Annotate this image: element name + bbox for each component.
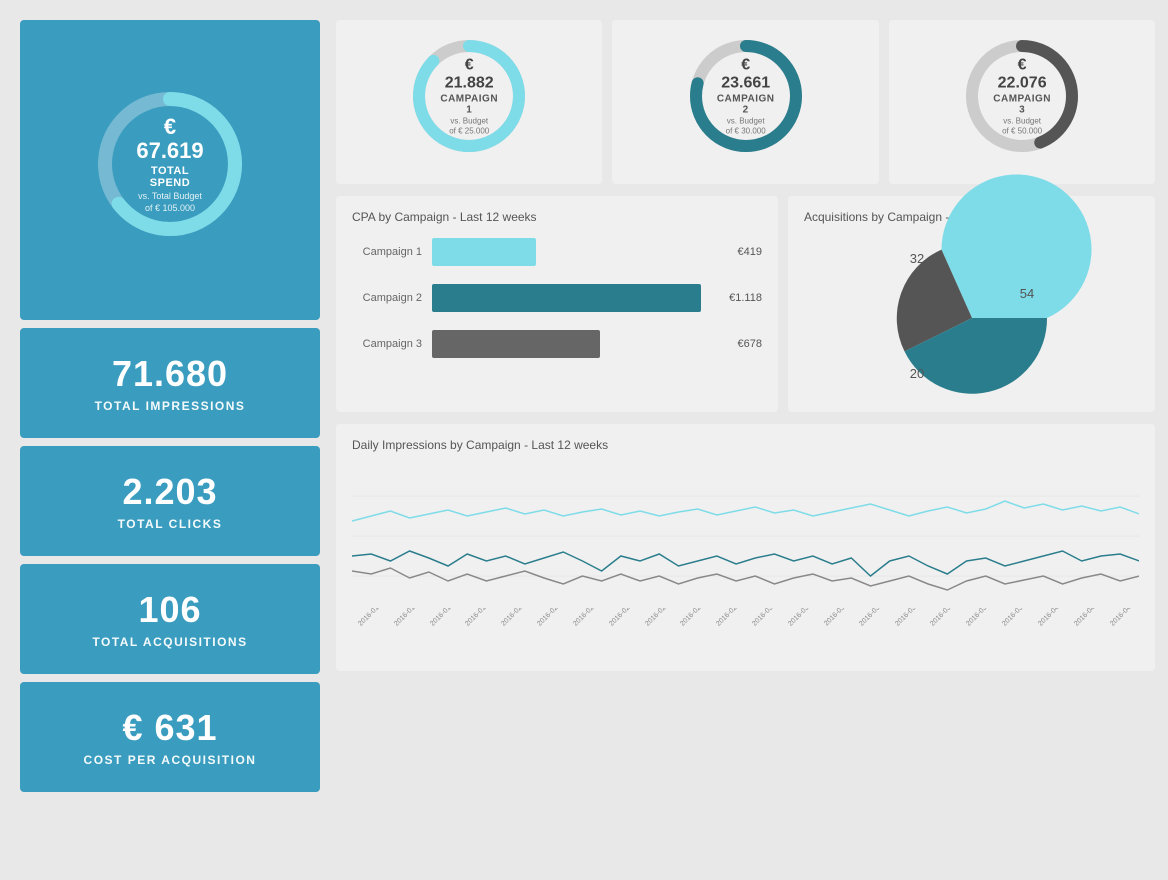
pie-label-32: 32 bbox=[909, 251, 923, 266]
campaign3-donut: € 22.076 CAMPAIGN 3 vs. Budget of € 50.0… bbox=[962, 36, 1082, 156]
main-content: € 21.882 CAMPAIGN 1 vs. Budget of € 25.0… bbox=[336, 20, 1155, 860]
bar-value-3: €678 bbox=[737, 338, 761, 350]
line-chart-svg bbox=[352, 466, 1139, 606]
x-label-2: 2016-01-23 bbox=[393, 608, 423, 628]
campaign-row: € 21.882 CAMPAIGN 1 vs. Budget of € 25.0… bbox=[336, 20, 1155, 184]
campaign3-text: € 22.076 CAMPAIGN 3 vs. Budget of € 50.0… bbox=[992, 56, 1052, 135]
total-spend-sub2: of € 105.000 bbox=[130, 203, 210, 213]
line-campaign1 bbox=[352, 501, 1139, 521]
bar-label-3: Campaign 3 bbox=[352, 338, 432, 350]
x-label-12: 2016-03-03 bbox=[751, 608, 781, 628]
bar-label-1: Campaign 1 bbox=[352, 246, 432, 258]
pie-label-20: 20 bbox=[909, 366, 923, 381]
clicks-value: 2.203 bbox=[122, 471, 217, 513]
campaign2-name: CAMPAIGN 2 bbox=[716, 94, 776, 116]
x-label-15: 2016-03-15 bbox=[858, 608, 888, 628]
bar-fill-3 bbox=[432, 330, 600, 358]
acquisitions-value: 106 bbox=[138, 589, 201, 631]
cpa-label: COST PER ACQUISITION bbox=[84, 753, 257, 767]
x-label-20: 2016-04-04 bbox=[1037, 608, 1067, 628]
bar-value-1: €419 bbox=[737, 246, 761, 258]
x-axis-container: 2016-01-21 2016-01-23 2016-01-27 2016-01… bbox=[352, 608, 1139, 663]
bar-label-2: Campaign 2 bbox=[352, 292, 432, 304]
acquisitions-pie-chart: Acquisitions by Campaign - Last 12 weeks… bbox=[788, 196, 1155, 412]
campaign2-text: € 23.661 CAMPAIGN 2 vs. Budget of € 30.0… bbox=[716, 56, 776, 135]
bar-track-2 bbox=[432, 284, 721, 312]
x-label-5: 2016-02-04 bbox=[500, 608, 530, 628]
clicks-tile: 2.203 TOTAL CLICKS bbox=[20, 446, 320, 556]
total-spend-amount: € 67.619 bbox=[130, 115, 210, 163]
x-label-10: 2016-02-24 bbox=[680, 608, 710, 628]
x-label-21: 2016-04-08 bbox=[1073, 608, 1103, 628]
campaign3-sub: vs. Budget bbox=[992, 117, 1052, 126]
x-label-1: 2016-01-21 bbox=[357, 608, 387, 628]
sidebar: € 67.619 TOTAL SPEND vs. Total Budget of… bbox=[20, 20, 320, 860]
x-label-3: 2016-01-27 bbox=[429, 608, 459, 628]
x-label-6: 2016-02-08 bbox=[536, 608, 566, 628]
line-chart-box: Daily Impressions by Campaign - Last 12 … bbox=[336, 424, 1155, 671]
x-label-18: 2016-03-27 bbox=[966, 608, 996, 628]
cpa-tile: € 631 COST PER ACQUISITION bbox=[20, 682, 320, 792]
x-label-9: 2016-02-20 bbox=[644, 608, 674, 628]
x-label-17: 2016-03-23 bbox=[930, 608, 960, 628]
cpa-value: € 631 bbox=[122, 707, 217, 749]
campaign3-card: € 22.076 CAMPAIGN 3 vs. Budget of € 50.0… bbox=[889, 20, 1155, 184]
total-spend-sub1: vs. Total Budget bbox=[130, 191, 210, 201]
campaign1-amount: € 21.882 bbox=[439, 56, 499, 91]
clicks-label: TOTAL CLICKS bbox=[118, 517, 223, 531]
campaign1-name: CAMPAIGN 1 bbox=[439, 94, 499, 116]
impressions-label: TOTAL IMPRESSIONS bbox=[95, 399, 246, 413]
line-campaign2 bbox=[352, 551, 1139, 576]
campaign3-name: CAMPAIGN 3 bbox=[992, 94, 1052, 116]
x-label-11: 2016-02-28 bbox=[715, 608, 745, 628]
campaign1-donut: € 21.882 CAMPAIGN 1 vs. Budget of € 25.0… bbox=[409, 36, 529, 156]
x-label-22: 2016-04-12 bbox=[1109, 608, 1139, 628]
campaign2-donut: € 23.661 CAMPAIGN 2 vs. Budget of € 30.0… bbox=[686, 36, 806, 156]
bar-row-3: Campaign 3 €678 bbox=[352, 330, 762, 358]
bar-value-2: €1.118 bbox=[729, 292, 762, 304]
campaign2-budget: of € 30.000 bbox=[716, 127, 776, 136]
line-chart-title: Daily Impressions by Campaign - Last 12 … bbox=[352, 438, 1139, 452]
x-label-8: 2016-02-16 bbox=[608, 608, 638, 628]
bar-track-1 bbox=[432, 238, 729, 266]
campaign1-sub: vs. Budget bbox=[439, 117, 499, 126]
total-spend-text: € 67.619 TOTAL SPEND vs. Total Budget of… bbox=[130, 115, 210, 213]
bar-row-1: Campaign 1 €419 bbox=[352, 238, 762, 266]
total-spend-tile: € 67.619 TOTAL SPEND vs. Total Budget of… bbox=[20, 20, 320, 320]
campaign2-card: € 23.661 CAMPAIGN 2 vs. Budget of € 30.0… bbox=[612, 20, 878, 184]
line-campaign3 bbox=[352, 568, 1139, 590]
charts-row: CPA by Campaign - Last 12 weeks Campaign… bbox=[336, 196, 1155, 412]
bar-fill-2 bbox=[432, 284, 701, 312]
impressions-value: 71.680 bbox=[112, 353, 228, 395]
x-label-16: 2016-03-19 bbox=[894, 608, 924, 628]
campaign1-text: € 21.882 CAMPAIGN 1 vs. Budget of € 25.0… bbox=[439, 56, 499, 135]
pie-svg: 54 32 20 bbox=[882, 238, 1062, 398]
campaign2-sub: vs. Budget bbox=[716, 117, 776, 126]
campaign3-amount: € 22.076 bbox=[992, 56, 1052, 91]
x-label-4: 2016-01-31 bbox=[465, 608, 495, 628]
campaign2-amount: € 23.661 bbox=[716, 56, 776, 91]
x-label-13: 2016-03-07 bbox=[787, 608, 817, 628]
campaign3-budget: of € 50.000 bbox=[992, 127, 1052, 136]
cpa-bar-chart: CPA by Campaign - Last 12 weeks Campaign… bbox=[336, 196, 778, 412]
total-spend-donut: € 67.619 TOTAL SPEND vs. Total Budget of… bbox=[90, 84, 250, 244]
cpa-chart-title: CPA by Campaign - Last 12 weeks bbox=[352, 210, 762, 224]
acquisitions-tile: 106 TOTAL ACQUISITIONS bbox=[20, 564, 320, 674]
x-label-7: 2016-02-12 bbox=[572, 608, 602, 628]
x-label-14: 2016-03-11 bbox=[823, 608, 853, 627]
total-spend-label: TOTAL SPEND bbox=[130, 165, 210, 189]
x-label-19: 2016-03-31 bbox=[1001, 608, 1031, 628]
pie-label-54: 54 bbox=[1019, 286, 1033, 301]
bar-fill-1 bbox=[432, 238, 536, 266]
bar-row-2: Campaign 2 €1.118 bbox=[352, 284, 762, 312]
pie-container: 54 32 20 bbox=[804, 238, 1139, 398]
bar-track-3 bbox=[432, 330, 729, 358]
campaign1-card: € 21.882 CAMPAIGN 1 vs. Budget of € 25.0… bbox=[336, 20, 602, 184]
impressions-tile: 71.680 TOTAL IMPRESSIONS bbox=[20, 328, 320, 438]
campaign1-budget: of € 25.000 bbox=[439, 127, 499, 136]
acquisitions-label: TOTAL ACQUISITIONS bbox=[92, 635, 247, 649]
